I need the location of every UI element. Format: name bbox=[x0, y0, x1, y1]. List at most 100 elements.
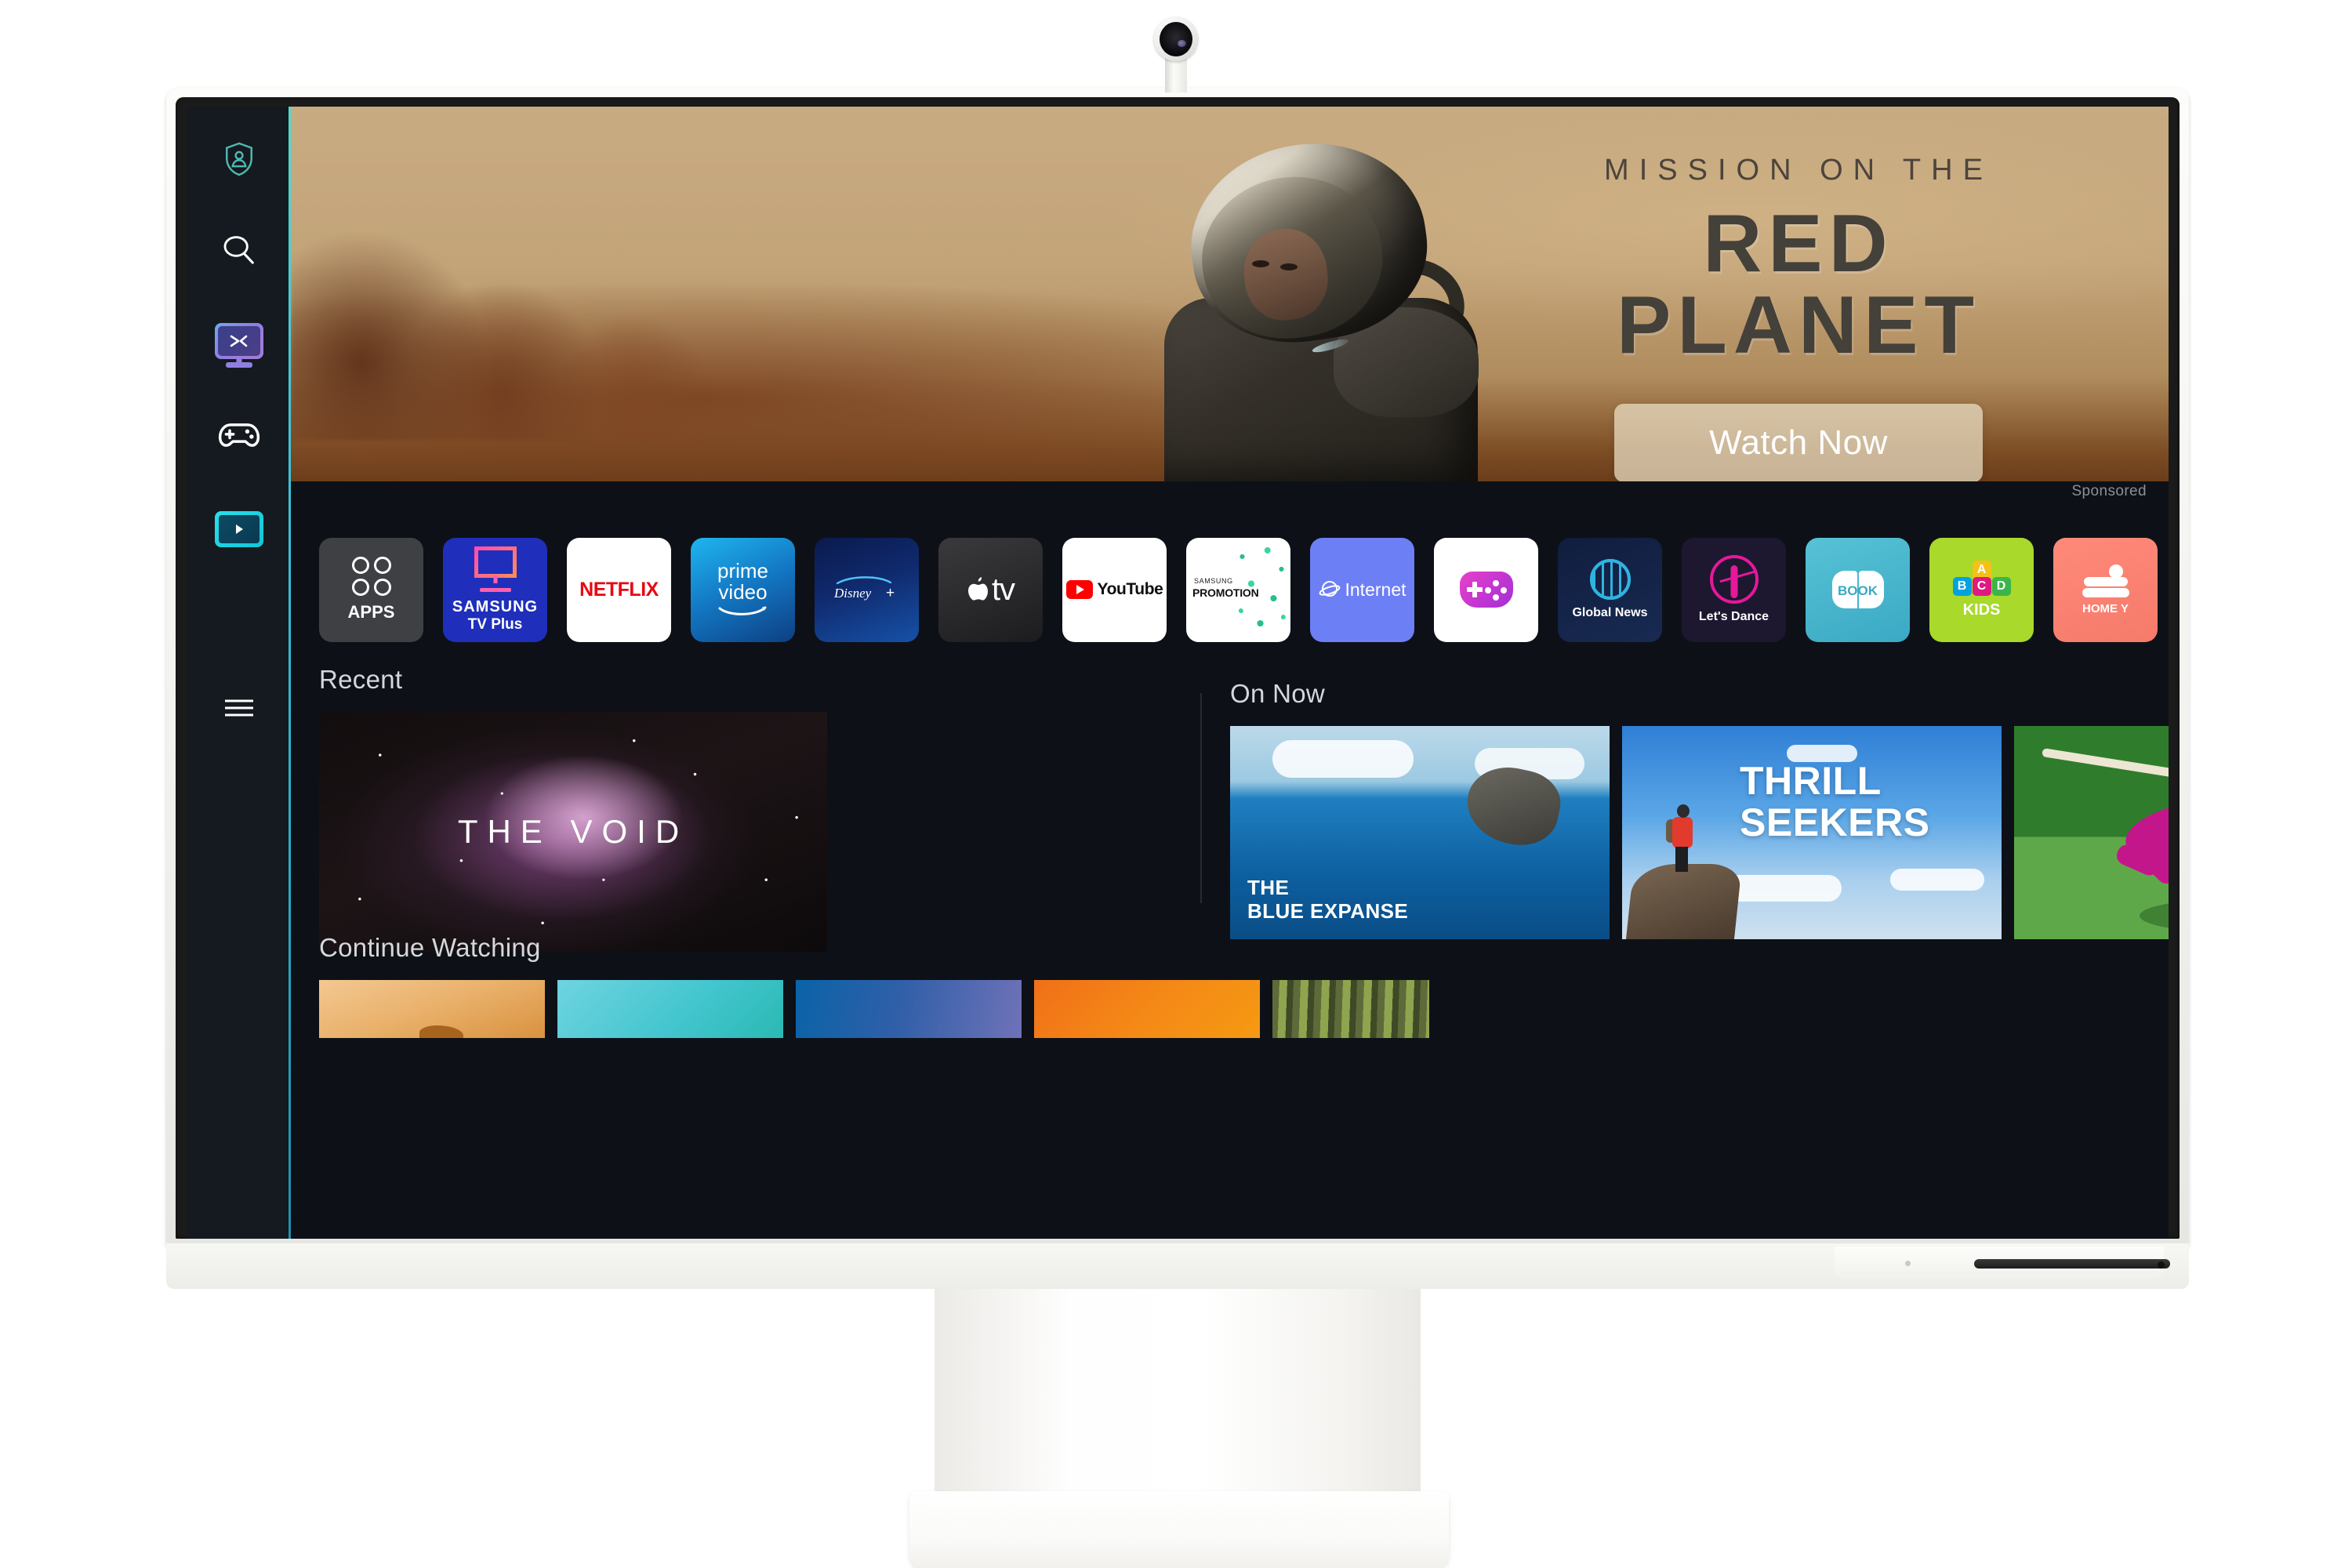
apple-tv-logo: tv bbox=[967, 572, 1015, 608]
cloud-decoration bbox=[1272, 740, 1414, 778]
card-line-2: BLUE EXPANSE bbox=[1247, 899, 1409, 924]
app-label-youtube: YouTube bbox=[1097, 580, 1163, 598]
gamepad-magenta-icon bbox=[1459, 572, 1513, 608]
internet-logo: Internet bbox=[1319, 578, 1406, 601]
on-now-row: On Now THE BLUE EXPANSE THRILL SEEKERS bbox=[1230, 679, 2169, 939]
svg-text:Disney: Disney bbox=[833, 586, 872, 601]
continue-watching-card-forest[interactable] bbox=[1272, 980, 1429, 1038]
abcd-blocks-icon: ABCD bbox=[1952, 560, 2011, 598]
sidebar-item-media[interactable] bbox=[209, 499, 270, 560]
continue-watching-card-orange[interactable] bbox=[1034, 980, 1260, 1038]
globe-icon bbox=[1589, 559, 1631, 600]
dancer-icon bbox=[1709, 555, 1759, 604]
webcam-lens-icon bbox=[1160, 22, 1192, 56]
app-label-home-yoga: HOME Y bbox=[2082, 601, 2129, 615]
app-shortcut-row: APPS SAMSUNG TV Plus NETFLIX prime video bbox=[291, 522, 2169, 657]
sidebar-item-menu[interactable] bbox=[209, 677, 270, 739]
app-label-lets-dance: Let's Dance bbox=[1698, 610, 1769, 623]
samsung-tv-plus-icon bbox=[214, 323, 263, 368]
app-tile-internet[interactable]: Internet bbox=[1310, 537, 1414, 642]
recent-card-title: THE VOID bbox=[457, 813, 689, 850]
continue-watching-row-title: Continue Watching bbox=[319, 933, 541, 962]
rock-decoration bbox=[1625, 864, 1743, 939]
app-tile-gaming-hub[interactable] bbox=[1434, 537, 1538, 642]
on-now-card-title-thrill-seekers: THRILL SEEKERS bbox=[1740, 760, 1929, 843]
webcam bbox=[1154, 17, 1198, 93]
tv-home-ui: MISSION ON THE RED PLANET Watch Now Spon… bbox=[187, 107, 2169, 1239]
continue-watching-card-blue-purple[interactable] bbox=[796, 980, 1022, 1038]
search-icon bbox=[221, 232, 257, 268]
app-tile-apps[interactable]: APPS bbox=[319, 537, 423, 642]
app-label-internet: Internet bbox=[1345, 579, 1406, 600]
screen: MISSION ON THE RED PLANET Watch Now Spon… bbox=[187, 107, 2169, 1239]
app-sublabel-video: video bbox=[718, 580, 768, 604]
rear-port-slot bbox=[1974, 1259, 2170, 1269]
app-tile-apple-tv[interactable]: tv bbox=[938, 537, 1043, 642]
on-now-card-thrill-seekers[interactable]: THRILL SEEKERS bbox=[1622, 726, 2002, 939]
recent-card-the-void[interactable]: THE VOID bbox=[319, 712, 827, 952]
card-line-1: THE bbox=[1247, 875, 1290, 899]
sidebar-item-profile[interactable] bbox=[209, 129, 270, 190]
power-led-indicator bbox=[1905, 1261, 1911, 1266]
profile-shield-icon bbox=[223, 141, 256, 177]
app-tile-youtube[interactable]: YouTube bbox=[1062, 537, 1167, 642]
youtube-logo: YouTube bbox=[1065, 580, 1163, 599]
youtube-play-icon bbox=[1065, 580, 1093, 599]
app-label-global-news: Global News bbox=[1572, 606, 1648, 619]
apple-icon bbox=[967, 577, 988, 601]
app-tile-prime-video[interactable]: prime video bbox=[691, 537, 795, 642]
app-label-apps: APPS bbox=[347, 602, 395, 622]
cloud-decoration-2 bbox=[1890, 869, 1984, 891]
content-area: MISSION ON THE RED PLANET Watch Now Spon… bbox=[291, 107, 2169, 1239]
sidebar-item-gaming[interactable] bbox=[209, 405, 270, 466]
pole-decoration bbox=[2042, 748, 2169, 811]
app-tile-disney-plus[interactable]: Disney + bbox=[815, 537, 919, 642]
webcam-lens-glint bbox=[1178, 40, 1186, 47]
yoga-figure-icon bbox=[2082, 564, 2129, 599]
dog-shadow bbox=[2140, 898, 2169, 933]
app-tile-samsung-promotion[interactable]: SAMSUNG PROMOTION bbox=[1186, 537, 1290, 642]
on-now-card-strip: THE BLUE EXPANSE THRILL SEEKERS bbox=[1230, 726, 2169, 939]
on-now-card-blue-expanse[interactable]: THE BLUE EXPANSE bbox=[1230, 726, 1610, 939]
hero-subtitle: MISSION ON THE bbox=[1604, 154, 1993, 187]
app-tile-lets-dance[interactable]: Let's Dance bbox=[1682, 537, 1786, 642]
app-label-kids: KIDS bbox=[1962, 601, 2001, 619]
app-sublabel-promotion: PROMOTION bbox=[1192, 586, 1259, 599]
sidebar-item-search[interactable] bbox=[209, 220, 270, 281]
svg-text:+: + bbox=[886, 585, 895, 601]
hero-rock-formation bbox=[291, 181, 793, 440]
row-divider bbox=[1200, 693, 1202, 903]
app-tile-global-news[interactable]: Global News bbox=[1558, 537, 1662, 642]
continue-watching-card-teal[interactable] bbox=[557, 980, 783, 1038]
hero-title: RED PLANET bbox=[1617, 198, 1980, 371]
disney-plus-icon: Disney + bbox=[833, 576, 895, 601]
monitor-scene: MISSION ON THE RED PLANET Watch Now Spon… bbox=[0, 0, 2352, 1568]
sidebar-item-tvplus[interactable] bbox=[209, 310, 270, 372]
monitor-stand-base bbox=[909, 1491, 1449, 1568]
amazon-smile-icon bbox=[718, 606, 766, 616]
continue-watching-row: Continue Watching bbox=[319, 933, 2169, 1038]
tv-legs-icon bbox=[479, 587, 511, 592]
sponsored-bar bbox=[291, 481, 2169, 510]
hero-banner[interactable]: MISSION ON THE RED PLANET Watch Now bbox=[291, 107, 2169, 481]
recent-row-title: Recent bbox=[319, 665, 403, 694]
card-line-2: SEEKERS bbox=[1740, 800, 1930, 844]
app-tile-kids[interactable]: ABCD KIDS bbox=[1929, 537, 2034, 642]
hero-text-block: MISSION ON THE RED PLANET Watch Now bbox=[1516, 154, 2081, 481]
sponsored-label: Sponsored bbox=[2071, 483, 2147, 499]
hamburger-menu-icon bbox=[223, 696, 255, 720]
app-label-tv: tv bbox=[991, 572, 1015, 607]
app-tile-book[interactable]: BOOK bbox=[1806, 537, 1910, 642]
app-label-samsung-promo: SAMSUNG bbox=[1194, 576, 1233, 585]
continue-watching-card-desert[interactable] bbox=[319, 980, 545, 1038]
app-tile-home-yoga[interactable]: HOME Y bbox=[2053, 537, 2158, 642]
on-now-card-dog-cartoon[interactable] bbox=[2014, 726, 2169, 939]
app-label-book: BOOK bbox=[1838, 583, 1878, 598]
rear-port-dot bbox=[2158, 1261, 2165, 1269]
app-label-netflix: NETFLIX bbox=[579, 578, 659, 601]
app-tile-netflix[interactable]: NETFLIX bbox=[567, 537, 671, 642]
app-tile-samsung-tv-plus[interactable]: SAMSUNG TV Plus bbox=[443, 537, 547, 642]
watch-now-button[interactable]: Watch Now bbox=[1614, 404, 1983, 481]
app-sublabel-tvplus: TV Plus bbox=[467, 615, 523, 633]
on-now-card-title-blue-expanse: THE BLUE EXPANSE bbox=[1247, 876, 1408, 924]
